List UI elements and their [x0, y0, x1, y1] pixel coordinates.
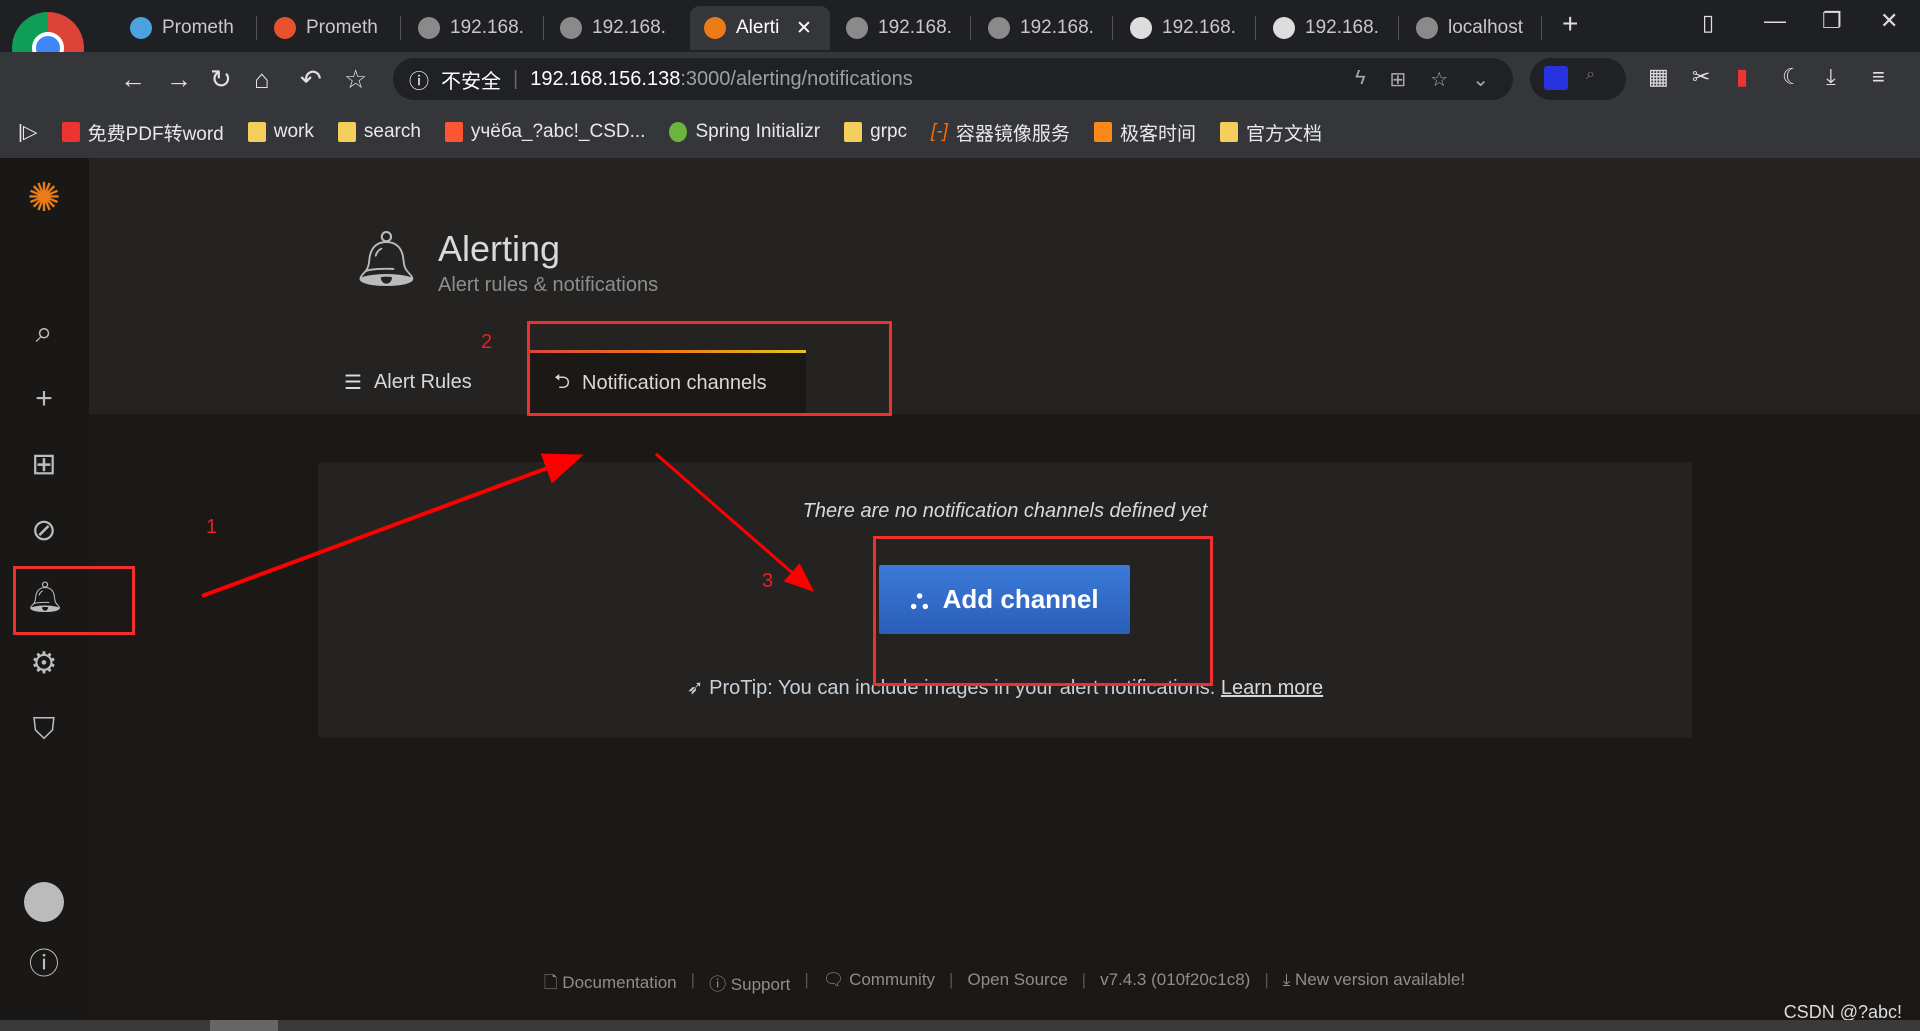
grafana-logo[interactable]: ✺	[26, 178, 62, 218]
tab-192-4[interactable]: 192.168.	[974, 6, 1108, 50]
horizontal-scrollbar[interactable]	[0, 1020, 1920, 1031]
prometheus-icon	[274, 17, 296, 39]
annotation-box-2	[527, 321, 892, 416]
bookmark-star-icon[interactable]: ☆	[344, 64, 367, 95]
scissors-icon[interactable]: ✂	[1692, 64, 1710, 90]
rocket-icon: ➶	[686, 677, 710, 699]
back-button[interactable]: ←	[120, 64, 146, 95]
sidebar-toggle-icon[interactable]: |▷	[18, 121, 38, 144]
shield-icon[interactable]: ⛉	[26, 712, 62, 748]
dashboards-icon[interactable]: ⊞	[26, 447, 62, 483]
avatar[interactable]	[24, 882, 64, 922]
annotation-number-2: 2	[481, 331, 493, 353]
download-icon[interactable]: ⤓	[1826, 64, 1836, 90]
tab-192-2[interactable]: 192.168.	[546, 6, 680, 50]
new-tab-button[interactable]: +	[1562, 8, 1578, 40]
bookmark-spring[interactable]: Spring Initializr	[669, 121, 820, 143]
search-icon[interactable]: ⌕	[26, 315, 62, 351]
globe-icon	[1273, 17, 1295, 39]
page-subtitle: Alert rules & notifications	[438, 274, 659, 296]
folder-icon	[337, 122, 356, 142]
annotation-box-3	[873, 536, 1213, 686]
apps-icon[interactable]: ▦	[1648, 64, 1669, 90]
tab-192-1[interactable]: 192.168.	[404, 6, 538, 50]
footer-community-link[interactable]: 🗨 Community	[823, 970, 935, 999]
folder-icon	[1219, 122, 1238, 142]
reload-button[interactable]: ↻	[210, 64, 232, 95]
bookmark-search[interactable]: search	[337, 121, 421, 143]
footer-new-version-link[interactable]: ⤓ New version available!	[1283, 970, 1465, 999]
globe-icon	[1130, 17, 1152, 39]
tab-prometheus-2[interactable]: Prometh	[260, 6, 390, 50]
tab-localhost[interactable]: localhost	[1402, 6, 1536, 50]
tab-192-3[interactable]: 192.168.	[832, 6, 966, 50]
pdf-icon[interactable]: ▮	[1736, 64, 1748, 90]
restore-button[interactable]: ❐	[1822, 8, 1842, 34]
folder-icon	[247, 122, 266, 142]
search-engine-box[interactable]: ⌕	[1530, 58, 1626, 100]
info-icon: ⓘ	[409, 70, 429, 93]
footer-support-link[interactable]: ⓘ Support	[709, 970, 790, 999]
bookmark-work[interactable]: work	[247, 121, 314, 143]
minimize-button[interactable]: —	[1764, 8, 1786, 34]
bookmark-container[interactable]: [-] 容器镜像服务	[931, 119, 1070, 146]
bookmarks-bar: |▷ 免费PDF转word work search yчёба_?abc!_CS…	[0, 106, 1920, 158]
globe-icon	[846, 17, 868, 39]
tab-alert-rules[interactable]: ☰ Alert Rules	[344, 350, 472, 414]
baidu-icon	[1544, 66, 1568, 90]
star-icon[interactable]: ☆	[1430, 67, 1448, 92]
address-toolbar: ← → ↻ ⌂ ↶ ☆ ⓘ 不安全 | 192.168.156.138:3000…	[0, 52, 1920, 106]
footer-version: v7.4.3 (010f20c1c8)	[1100, 970, 1251, 989]
footer-documentation-link[interactable]: 🗋 Documentation	[544, 970, 677, 999]
help-icon[interactable]: ⓘ	[26, 947, 62, 983]
page-title: Alerting	[438, 228, 561, 269]
close-tab-icon[interactable]: ✕	[796, 17, 812, 40]
lightning-icon[interactable]: ϟ	[1355, 67, 1366, 92]
annotation-number-3: 3	[762, 570, 774, 592]
bell-icon: 🔔︎	[352, 229, 421, 289]
close-window-button[interactable]: ✕	[1880, 8, 1898, 34]
bookmark-geektime[interactable]: 极客时间	[1093, 119, 1196, 146]
home-button[interactable]: ⌂	[254, 64, 270, 95]
learn-more-link[interactable]: Learn more	[1221, 677, 1323, 699]
bookmark-docs[interactable]: 官方文档	[1219, 119, 1322, 146]
forward-button[interactable]: →	[166, 64, 192, 95]
translate-icon[interactable]: ⊞	[1390, 67, 1407, 92]
annotation-number-1: 1	[206, 516, 218, 538]
globe-icon	[560, 17, 582, 39]
search-icon: ⌕	[1586, 66, 1595, 83]
footer: 🗋 Documentation | ⓘ Support | 🗨 Community |…	[89, 970, 1920, 999]
url-bar[interactable]: ⓘ 不安全 | 192.168.156.138:3000/alerting/no…	[393, 58, 1513, 100]
globe-icon	[1416, 17, 1438, 39]
globe-icon	[988, 17, 1010, 39]
bookmark-pdf[interactable]: 免费PDF转word	[61, 119, 224, 146]
globe-icon	[418, 17, 440, 39]
footer-open-source-link[interactable]: Open Source	[967, 970, 1067, 999]
browser-tab-bar: Prometh Prometh 192.168. 192.168. Alerti…	[0, 0, 1920, 84]
chevron-down-icon[interactable]: ⌄	[1472, 67, 1489, 92]
tab-192-5[interactable]: 192.168.	[1116, 6, 1250, 50]
undo-icon[interactable]: ↶	[300, 64, 322, 95]
tab-alerting[interactable]: Alerti ✕	[690, 6, 830, 50]
tab-192-6[interactable]: 192.168.	[1259, 6, 1393, 50]
annotation-box-1	[13, 566, 135, 635]
empty-list-message: There are no notification channels defin…	[802, 500, 1208, 522]
gear-icon[interactable]: ⚙	[26, 646, 62, 682]
prometheus-icon	[130, 17, 152, 39]
tab-prometheus-1[interactable]: Prometh	[116, 6, 246, 50]
plus-icon[interactable]: +	[26, 381, 62, 417]
list-icon: ☰	[344, 371, 362, 394]
scrollbar-thumb[interactable]	[210, 1020, 278, 1031]
explore-compass-icon[interactable]: ⊘	[26, 513, 62, 549]
menu-icon[interactable]: ≡	[1872, 64, 1885, 90]
bookmark-csdn[interactable]: yчёба_?abc!_CSD...	[444, 121, 645, 143]
bookmark-grpc[interactable]: grpc	[844, 121, 907, 143]
folder-icon	[844, 122, 863, 142]
tab-strip-icon[interactable]: ▯	[1702, 10, 1714, 36]
grafana-icon	[704, 17, 726, 39]
moon-icon[interactable]: ☾	[1782, 64, 1802, 90]
